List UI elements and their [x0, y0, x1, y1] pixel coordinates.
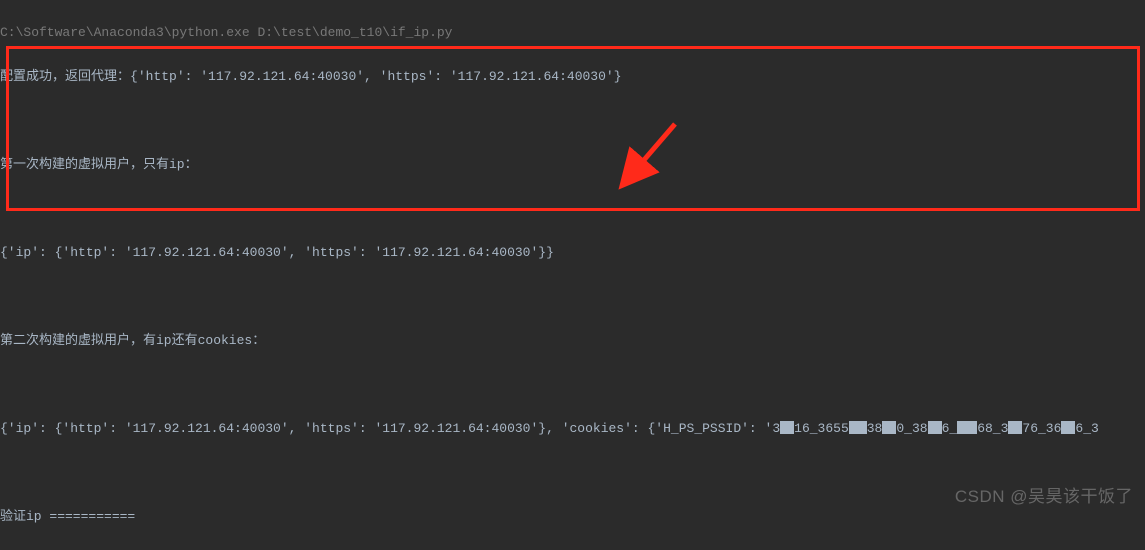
output-line-first-user-data: {'ip': {'http': '117.92.121.64:40030', '… — [0, 242, 1145, 264]
output-line-first-user-title: 第一次构建的虚拟用户，只有ip： — [0, 154, 1145, 176]
output-line-cmd: C:\Software\Anaconda3\python.exe D:\test… — [0, 22, 1145, 44]
output-line-blank-1 — [0, 110, 1145, 132]
output-line-blank-4 — [0, 374, 1145, 396]
watermark-text: CSDN @吴昊该干饭了 — [955, 482, 1133, 507]
output-line-blank-5 — [0, 462, 1145, 484]
output-line-config: 配置成功，返回代理：{'http': '117.92.121.64:40030'… — [0, 66, 1145, 88]
output-line-blank-3 — [0, 286, 1145, 308]
console-output: C:\Software\Anaconda3\python.exe D:\test… — [0, 0, 1145, 550]
output-line-blank-2 — [0, 198, 1145, 220]
output-line-second-user-data: {'ip': {'http': '117.92.121.64:40030', '… — [0, 418, 1145, 440]
output-line-verify: 验证ip =========== — [0, 506, 1145, 528]
output-line-second-user-title: 第二次构建的虚拟用户，有ip还有cookies： — [0, 330, 1145, 352]
